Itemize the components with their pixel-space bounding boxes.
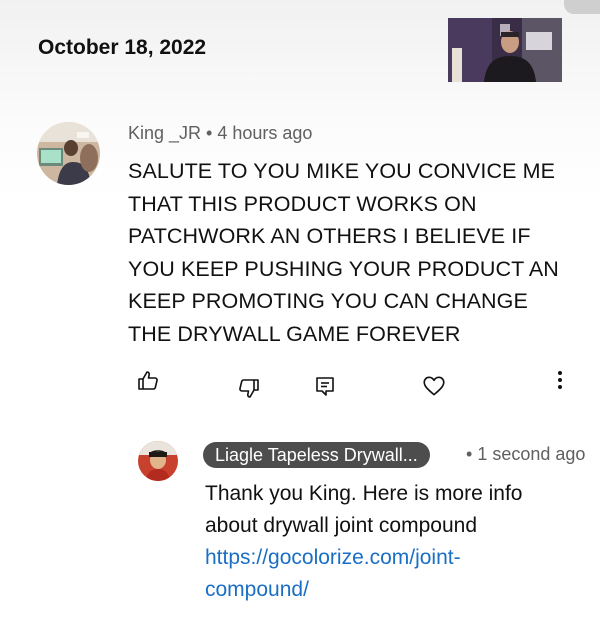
reply-line: about drywall joint compound [205,514,477,537]
comment-line: YOU KEEP PUSHING YOUR PRODUCT AN [128,256,559,281]
reply-link[interactable]: https://gocolorize.com/joint- [205,546,461,569]
heart-button[interactable] [419,371,449,401]
comment-time: 4 hours ago [217,123,313,143]
comment-body: SALUTE TO YOU MIKE YOU CONVICE ME THAT T… [128,155,578,350]
reply-time: 1 second ago [477,444,586,464]
reply-link[interactable]: compound/ [205,578,309,601]
meta-separator: • [206,123,213,143]
reply-author-badge[interactable]: Liagle Tapeless Drywall... [203,442,430,468]
comment-line: THE DRYWALL GAME FOREVER [128,321,461,346]
commenter-avatar[interactable] [37,122,100,185]
comment-line: KEEP PROMOTING YOU CAN CHANGE [128,289,528,313]
heart-icon [423,376,445,396]
like-button[interactable] [133,366,163,396]
video-thumbnail[interactable] [448,18,562,82]
reply-icon [316,377,334,396]
reply-meta: • 1 second ago [466,444,585,465]
comment-line: THAT THIS PRODUCT WORKS ON [128,191,477,216]
reply-line: Thank you King. Here is more info [205,482,523,505]
comment-meta: King _JR • 4 hours ago [128,123,312,144]
comment-author[interactable]: King _JR [128,123,201,143]
more-vertical-icon [558,371,562,389]
thumbs-down-icon [239,379,259,398]
reply-button[interactable] [310,371,340,401]
dislike-button[interactable] [234,373,264,403]
page-date: October 18, 2022 [38,36,207,59]
thumbs-up-icon [138,371,158,390]
comment-line: SALUTE TO YOU MIKE YOU CONVICE ME [128,159,556,183]
more-button[interactable] [545,365,575,395]
reply-body: Thank you King. Here is more info about … [205,478,585,606]
window-corner-tab [564,0,600,14]
comment-line: PATCHWORK AN OTHERS I BELIEVE IF [128,224,531,248]
reply-avatar[interactable] [138,441,178,481]
meta-separator: • [466,444,473,464]
